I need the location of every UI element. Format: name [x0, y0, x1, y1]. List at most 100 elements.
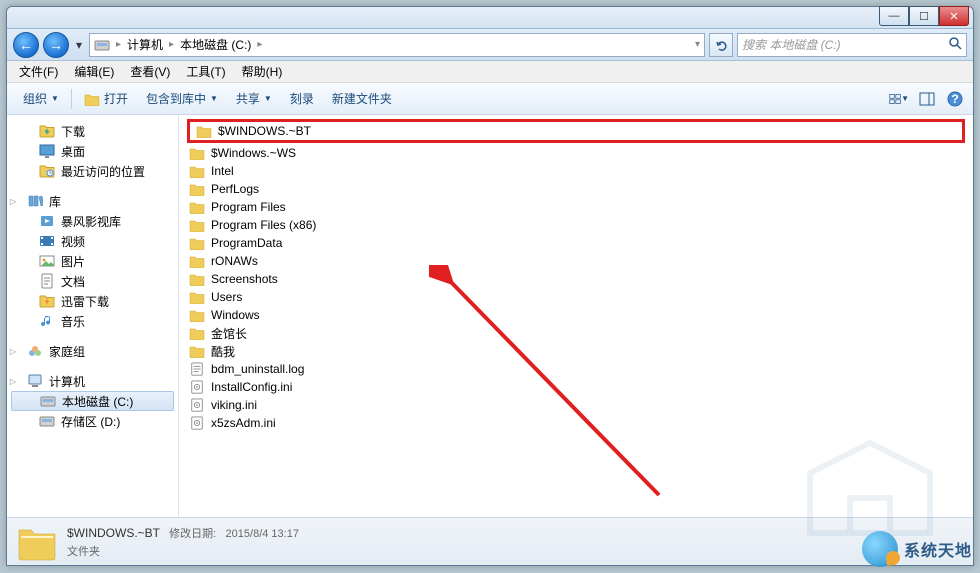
sidebar-libraries-header[interactable]: 库	[7, 191, 178, 211]
search-icon[interactable]	[948, 36, 962, 53]
file-name: 酷我	[211, 343, 235, 360]
file-name: x5zsAdm.ini	[211, 416, 276, 430]
file-row[interactable]: PerfLogs	[187, 180, 965, 198]
sidebar-lib-video-lib[interactable]: 暴风影视库	[7, 211, 178, 231]
share-button[interactable]: 共享▼	[228, 86, 280, 111]
titlebar: — ☐ ✕	[7, 7, 973, 29]
file-row[interactable]: ProgramData	[187, 234, 965, 252]
file-row[interactable]: x5zsAdm.ini	[187, 414, 965, 432]
folder-large-icon	[17, 522, 57, 562]
view-mode-button[interactable]: ▼	[889, 89, 909, 109]
file-row[interactable]: bdm_uninstall.log	[187, 360, 965, 378]
sidebar-lib-pictures[interactable]: 图片	[7, 251, 178, 271]
history-dropdown[interactable]: ▾	[73, 32, 85, 58]
file-row[interactable]: Program Files	[187, 198, 965, 216]
minimize-button[interactable]: —	[879, 6, 909, 26]
details-pane: $WINDOWS.~BT 修改日期: 2015/8/4 13:17 文件夹	[7, 517, 973, 565]
sidebar-computer[interactable]: 计算机	[7, 371, 178, 391]
file-row[interactable]: 酷我	[187, 342, 965, 360]
file-name: Screenshots	[211, 272, 278, 286]
file-row[interactable]: 金馆长	[187, 324, 965, 342]
menubar: 文件(F) 编辑(E) 查看(V) 工具(T) 帮助(H)	[7, 61, 973, 83]
navbar: ← → ▾ ▸ 计算机 ▸ 本地磁盘 (C:) ▸ ▾ 搜索 本地磁盘 (C:)	[7, 29, 973, 61]
details-type: 文件夹	[67, 543, 299, 559]
sidebar-homegroup-label: 家庭组	[49, 343, 85, 360]
menu-tools[interactable]: 工具(T)	[180, 61, 231, 82]
file-row[interactable]: viking.ini	[187, 396, 965, 414]
back-button[interactable]: ←	[13, 32, 39, 58]
video-icon	[39, 233, 55, 249]
sidebar-drive-label: 存储区 (D:)	[61, 413, 120, 430]
file-row[interactable]: Screenshots	[187, 270, 965, 288]
sidebar-drive[interactable]: 本地磁盘 (C:)	[11, 391, 174, 411]
file-row[interactable]: Users	[187, 288, 965, 306]
file-row[interactable]: Windows	[187, 306, 965, 324]
help-button[interactable]	[945, 89, 965, 109]
sidebar-libraries-label: 库	[49, 193, 61, 210]
close-button[interactable]: ✕	[939, 6, 969, 26]
refresh-button[interactable]	[709, 33, 733, 57]
sidebar-computer-label: 计算机	[49, 373, 85, 390]
sidebar-lib-documents[interactable]: 文档	[7, 271, 178, 291]
menu-help[interactable]: 帮助(H)	[236, 61, 289, 82]
menu-edit[interactable]: 编辑(E)	[68, 61, 120, 82]
desktop-icon	[39, 143, 55, 159]
file-row[interactable]: $Windows.~WS	[187, 144, 965, 162]
chevron-right-icon: ▸	[257, 39, 262, 50]
breadcrumb-drive[interactable]: 本地磁盘 (C:)	[180, 36, 251, 53]
file-name: rONAWs	[211, 254, 258, 268]
sidebar-lib-label: 文档	[61, 273, 85, 290]
watermark-text: 系统天地	[904, 537, 972, 561]
forward-button[interactable]: →	[43, 32, 69, 58]
sidebar-lib-thunder[interactable]: 迅雷下载	[7, 291, 178, 311]
drive-icon	[39, 413, 55, 429]
drive-icon	[40, 393, 56, 409]
sidebar-fav-download[interactable]: 下载	[7, 121, 178, 141]
newfolder-button[interactable]: 新建文件夹	[324, 86, 400, 111]
details-modified-label: 修改日期:	[169, 528, 216, 540]
file-name: viking.ini	[211, 398, 257, 412]
search-input[interactable]: 搜索 本地磁盘 (C:)	[737, 33, 967, 57]
sidebar-lib-label: 音乐	[61, 313, 85, 330]
details-name: $WINDOWS.~BT	[67, 526, 160, 540]
sidebar-homegroup[interactable]: 家庭组	[7, 341, 178, 361]
sidebar-lib-music[interactable]: 音乐	[7, 311, 178, 331]
file-row[interactable]: rONAWs	[187, 252, 965, 270]
toolbar: 组织▼ 打开 包含到库中▼ 共享▼ 刻录 新建文件夹 ▼	[7, 83, 973, 115]
include-library-button[interactable]: 包含到库中▼	[138, 86, 226, 111]
file-name: bdm_uninstall.log	[211, 362, 304, 376]
folder-open-icon	[84, 92, 100, 106]
addressbar-dropdown-icon[interactable]: ▾	[695, 39, 700, 50]
library-icon	[27, 193, 43, 209]
folder-icon	[189, 344, 205, 358]
recent-icon	[39, 163, 55, 179]
file-row[interactable]: Intel	[187, 162, 965, 180]
open-button[interactable]: 打开	[76, 86, 136, 111]
burn-button[interactable]: 刻录	[282, 86, 322, 111]
file-row[interactable]: InstallConfig.ini	[187, 378, 965, 396]
sidebar-fav-desktop[interactable]: 桌面	[7, 141, 178, 161]
sidebar-drive[interactable]: 存储区 (D:)	[7, 411, 178, 431]
addressbar[interactable]: ▸ 计算机 ▸ 本地磁盘 (C:) ▸ ▾	[89, 33, 705, 57]
sidebar-fav-recent[interactable]: 最近访问的位置	[7, 161, 178, 181]
file-name: Users	[211, 290, 242, 304]
drive-icon	[94, 37, 110, 53]
file-row[interactable]: Program Files (x86)	[187, 216, 965, 234]
folder-icon	[189, 164, 205, 178]
sidebar-lib-video[interactable]: 视频	[7, 231, 178, 251]
folder-icon	[189, 146, 205, 160]
file-row[interactable]: $WINDOWS.~BT	[187, 119, 965, 143]
menu-view[interactable]: 查看(V)	[124, 61, 176, 82]
maximize-button[interactable]: ☐	[909, 6, 939, 26]
preview-pane-button[interactable]	[917, 89, 937, 109]
file-name: ProgramData	[211, 236, 282, 250]
documents-icon	[39, 273, 55, 289]
menu-file[interactable]: 文件(F)	[13, 61, 64, 82]
explorer-window: — ☐ ✕ ← → ▾ ▸ 计算机 ▸ 本地磁盘 (C:) ▸ ▾ 搜索 本地磁…	[6, 6, 974, 566]
folder-icon	[189, 326, 205, 340]
breadcrumb-computer[interactable]: 计算机	[127, 36, 163, 53]
sidebar-lib-label: 迅雷下载	[61, 293, 109, 310]
organize-button[interactable]: 组织▼	[15, 86, 67, 111]
globe-icon	[862, 531, 898, 567]
sidebar-lib-label: 视频	[61, 233, 85, 250]
